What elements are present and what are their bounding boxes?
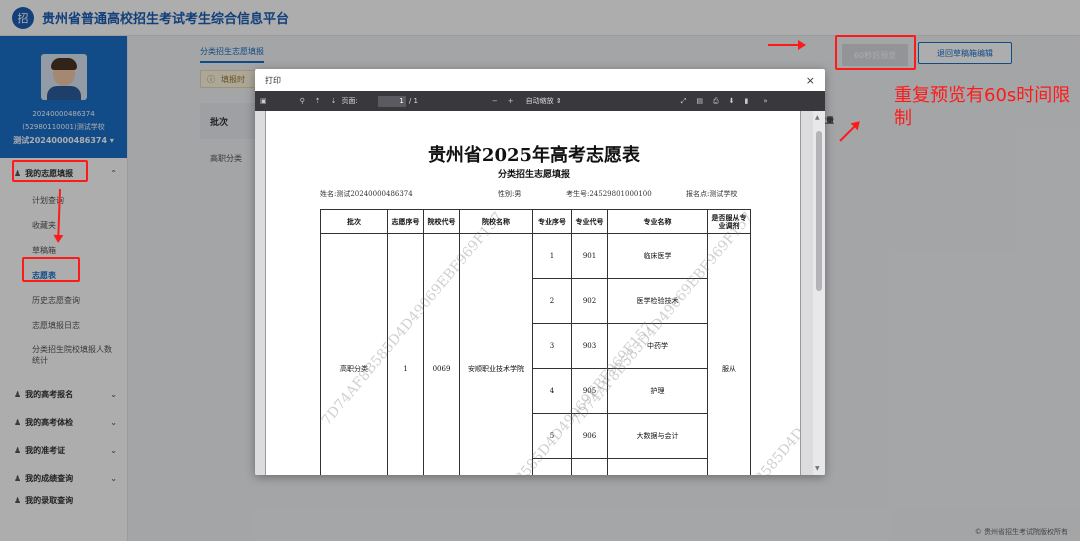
cell-empty xyxy=(571,458,608,475)
pdf-viewer: 贵州省2025年高考志愿表 分类招生志愿填报 姓名:测试202400004863… xyxy=(255,111,825,475)
cell-major-name: 中药学 xyxy=(607,323,708,369)
annotation-box-preview-button xyxy=(835,35,916,70)
cell-major-code: 902 xyxy=(571,278,608,324)
zoom-in-icon[interactable]: + xyxy=(508,97,514,105)
th-major-name: 专业名称 xyxy=(607,209,708,234)
pdf-page: 贵州省2025年高考志愿表 分类招生志愿填报 姓名:测试202400004863… xyxy=(265,111,801,475)
print-icon[interactable]: ⎙ xyxy=(713,97,719,106)
sidebar-toggle-icon[interactable]: ▣ xyxy=(260,97,267,105)
annotation-box-volunteer-form xyxy=(22,257,80,282)
doc-title: 贵州省2025年高考志愿表 xyxy=(427,145,641,166)
cell-major-code: 905 xyxy=(571,368,608,414)
zoom-out-icon[interactable]: − xyxy=(492,97,498,105)
cell-major-name: 大数据与会计 xyxy=(607,413,708,459)
th-adjust: 是否服从专业调剂 xyxy=(707,209,751,234)
cell-major-seq: 1 xyxy=(532,233,572,279)
pdf-scrollbar[interactable]: ▲ ▼ xyxy=(813,111,825,475)
cell-adjust: 服从 xyxy=(707,233,751,475)
doc-subtitle: 分类招生志愿填报 xyxy=(497,170,570,180)
cell-major-name: 临床医学 xyxy=(607,233,708,279)
pdf-toolbar: ▣ ⚲ ⇡ ⇣ 页面: 1 / 1 − + 自动缩放 ⇕ ⤢ ▤ ⎙ ⬇ ▮ » xyxy=(255,91,825,111)
cell-major-seq: 5 xyxy=(532,413,572,459)
page-up-icon[interactable]: ⇡ xyxy=(315,97,321,105)
annotation-note: 重复预览有60s时间限制 xyxy=(894,85,1071,129)
fullscreen-icon[interactable]: ⤢ xyxy=(681,97,687,106)
more-tools-icon[interactable]: » xyxy=(763,97,767,105)
cell-school-code: 0069 xyxy=(423,233,460,475)
th-school-code: 院校代号 xyxy=(423,209,460,234)
page-label: 页面: xyxy=(341,97,358,105)
zoom-select[interactable]: 自动缩放 ⇕ xyxy=(523,96,565,107)
volunteer-table: 批次 志愿序号 院校代号 院校名称 专业序号 专业代号 专业名称 是否服从专业调… xyxy=(320,209,751,475)
bookmark-icon[interactable]: ▮ xyxy=(744,97,748,105)
th-batch: 批次 xyxy=(320,209,388,234)
cell-major-code: 906 xyxy=(571,413,608,459)
page-number-input[interactable]: 1 xyxy=(377,95,406,107)
cell-major-name: 医学检验技术 xyxy=(607,278,708,324)
th-major-seq: 专业序号 xyxy=(532,209,572,234)
cell-major-seq: 3 xyxy=(532,323,572,369)
cell-empty xyxy=(607,458,708,475)
open-file-icon[interactable]: ▤ xyxy=(696,97,703,105)
th-school-name: 院校名称 xyxy=(459,209,533,234)
cell-empty xyxy=(532,458,572,475)
table-row: 高职分类 1 0069 安顺职业技术学院 1 901 临床医学 服从 xyxy=(320,233,751,475)
cell-major-code: 901 xyxy=(571,233,608,279)
cell-major-seq: 4 xyxy=(532,368,572,414)
annotation-arrow-right xyxy=(768,40,806,50)
volunteer-table-header: 批次 志愿序号 院校代号 院校名称 专业序号 专业代号 专业名称 是否服从专业调… xyxy=(320,209,751,234)
doc-gender: 性别:男 xyxy=(498,190,522,198)
zoom-select-value: 自动缩放 xyxy=(525,96,554,105)
page-down-icon[interactable]: ⇣ xyxy=(331,97,337,105)
doc-name: 姓名:测试20240000486374 xyxy=(320,190,413,198)
close-icon[interactable]: × xyxy=(806,74,815,87)
scroll-thumb[interactable] xyxy=(816,131,822,291)
download-icon[interactable]: ⬇ xyxy=(729,97,735,105)
cell-major-code: 903 xyxy=(571,323,608,369)
cell-volunteer-no: 1 xyxy=(387,233,424,475)
th-volunteer-no: 志愿序号 xyxy=(387,209,424,234)
scroll-down-icon[interactable]: ▼ xyxy=(815,465,820,472)
th-major-code: 专业代号 xyxy=(571,209,608,234)
annotation-box-menu xyxy=(12,160,88,182)
scroll-up-icon[interactable]: ▲ xyxy=(815,114,820,121)
doc-exam-number: 考生号:24529801000100 xyxy=(566,190,652,198)
search-icon[interactable]: ⚲ xyxy=(300,97,305,105)
cell-school-name: 安顺职业技术学院 xyxy=(459,233,533,475)
doc-site: 报名点:测试学校 xyxy=(686,190,738,198)
print-dialog-title: 打印 xyxy=(265,75,281,85)
print-dialog-header: 打印 × xyxy=(255,69,825,91)
cell-batch: 高职分类 xyxy=(320,233,388,475)
page-total: / 1 xyxy=(408,97,418,105)
print-dialog: 打印 × ▣ ⚲ ⇡ ⇣ 页面: 1 / 1 − + 自动缩放 ⇕ ⤢ ▤ ⎙ … xyxy=(255,69,825,475)
cell-major-seq: 2 xyxy=(532,278,572,324)
cell-major-name: 护理 xyxy=(607,368,708,414)
